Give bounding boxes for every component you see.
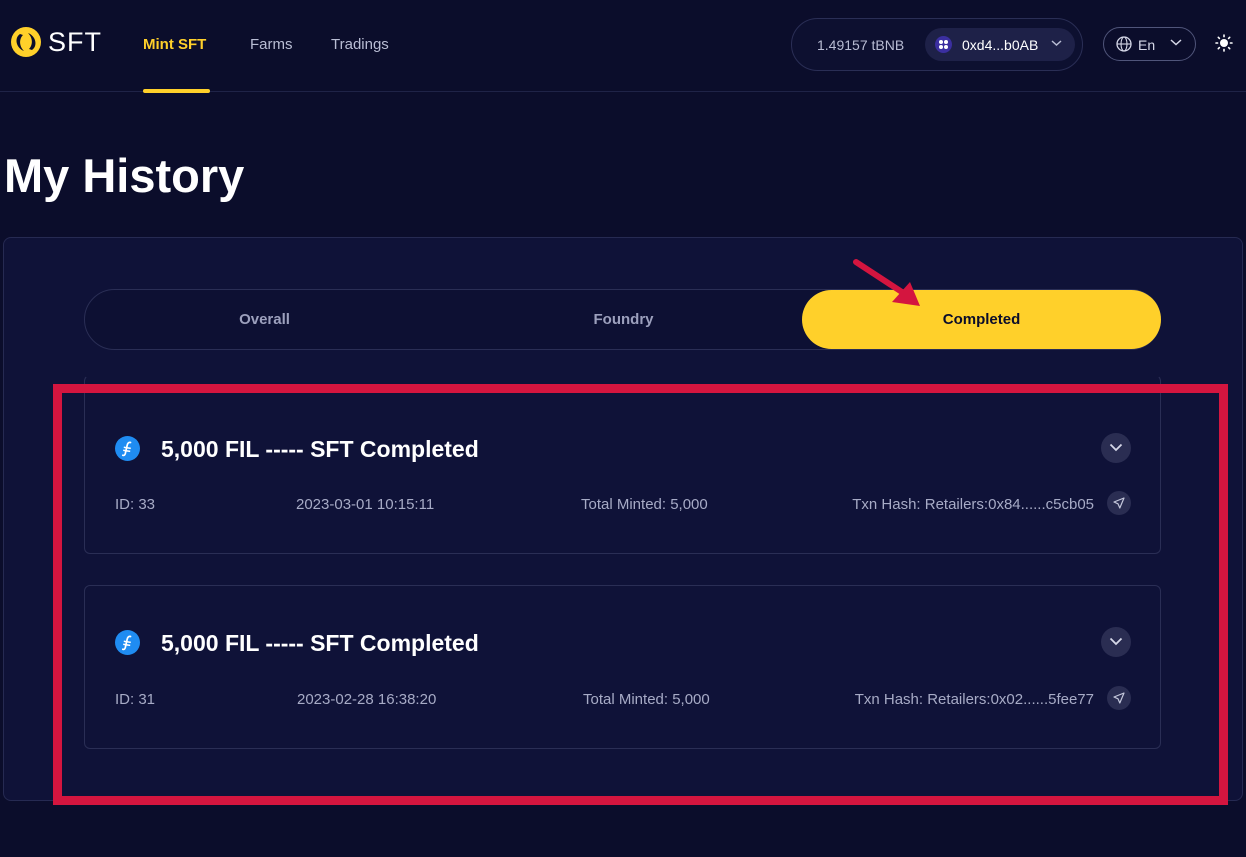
record-id: ID: 31: [115, 691, 156, 708]
record-title: 5,000 FIL ----- SFT Completed: [161, 630, 479, 656]
chevron-down-icon: [1051, 40, 1062, 47]
wallet-pill: 1.49157 tBNB 0xd4...b0AB: [791, 18, 1083, 71]
language-label: En: [1138, 37, 1156, 53]
wallet-avatar-icon: [935, 36, 952, 53]
nav-mint-sft[interactable]: Mint SFT: [143, 36, 206, 53]
send-icon: [1113, 692, 1125, 704]
record-datetime: 2023-03-01 10:15:11: [296, 496, 435, 513]
record-total-minted: Total Minted: 5,000: [581, 496, 708, 513]
chevron-down-icon: [1109, 443, 1123, 452]
wallet-address: 0xd4...b0AB: [962, 37, 1039, 53]
language-selector[interactable]: En: [1103, 27, 1196, 61]
sun-icon[interactable]: [1215, 34, 1233, 52]
nav-tradings[interactable]: Tradings: [331, 36, 389, 53]
filecoin-icon: [115, 436, 140, 461]
record-txn-hash: Txn Hash: Retailers:0x84......c5cb05: [852, 496, 1094, 513]
nav-farms[interactable]: Farms: [250, 36, 293, 53]
logo-text: SFT: [48, 27, 102, 57]
chevron-down-icon: [1170, 39, 1182, 46]
wallet-balance: 1.49157 tBNB: [817, 37, 905, 53]
open-txn-button[interactable]: [1107, 686, 1131, 710]
open-txn-button[interactable]: [1107, 491, 1131, 515]
record-id: ID: 33: [115, 496, 156, 513]
tab-overall[interactable]: Overall: [85, 290, 444, 349]
expand-record-button[interactable]: [1101, 627, 1131, 657]
history-record-card: 5,000 FIL ----- SFT Completed ID: 31 202…: [84, 585, 1161, 749]
history-record-card: 5,000 FIL ----- SFT Completed ID: 33 202…: [84, 375, 1161, 554]
record-total-minted: Total Minted: 5,000: [583, 691, 710, 708]
record-txn-hash: Txn Hash: Retailers:0x02......5fee77: [854, 691, 1094, 708]
record-datetime: 2023-02-28 16:38:20: [297, 691, 437, 708]
record-title: 5,000 FIL ----- SFT Completed: [161, 436, 479, 462]
wallet-address-button[interactable]: 0xd4...b0AB: [925, 28, 1075, 61]
history-tabs: Overall Foundry Completed: [84, 289, 1161, 350]
page-title: My History: [4, 149, 245, 202]
sft-logo-icon: [11, 27, 41, 57]
chevron-down-icon: [1109, 637, 1123, 646]
send-icon: [1113, 497, 1125, 509]
filecoin-icon: [115, 630, 140, 655]
sft-logo[interactable]: SFT: [10, 26, 102, 58]
top-navbar: SFT Mint SFT Farms Tradings 1.49157 tBNB…: [0, 0, 1246, 92]
tab-completed[interactable]: Completed: [802, 290, 1161, 349]
globe-icon: [1116, 36, 1132, 52]
expand-record-button[interactable]: [1101, 433, 1131, 463]
active-nav-indicator: [143, 89, 210, 93]
tab-foundry[interactable]: Foundry: [444, 290, 803, 349]
